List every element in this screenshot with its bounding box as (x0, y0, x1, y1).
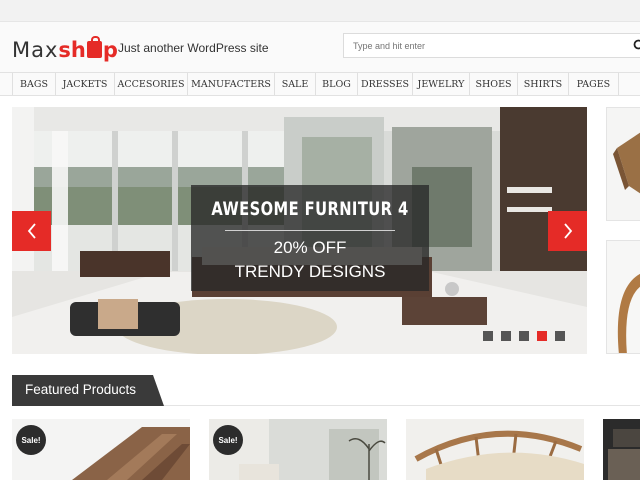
side-banner-image (607, 108, 640, 220)
caption-divider (225, 230, 395, 231)
side-banner-bottom[interactable] (606, 240, 640, 354)
slider-dot-5[interactable] (555, 331, 565, 341)
slider-prev-button[interactable] (12, 211, 51, 251)
nav-item-jackets[interactable]: JACKETS (56, 73, 115, 95)
nav-item-jewelry[interactable]: JEWELRY (413, 73, 470, 95)
sale-badge: Sale! (213, 425, 243, 455)
nav-item-dresses[interactable]: DRESSES (358, 73, 413, 95)
slider-next-button[interactable] (548, 211, 587, 251)
site-header: Max sh p Just another WordPress site (0, 22, 640, 72)
nav-item-pages[interactable]: PAGES (569, 73, 619, 95)
slider-dot-3[interactable] (519, 331, 529, 341)
featured-products-title: Featured Products (25, 382, 137, 397)
nav-item-sale[interactable]: SALE (275, 73, 316, 95)
product-card[interactable] (603, 419, 640, 480)
slider-dot-1[interactable] (483, 331, 493, 341)
top-bar (0, 0, 640, 22)
slide-title: AWESOME FURNITUR 4 (211, 198, 409, 220)
product-card[interactable] (406, 419, 584, 480)
nav-item-shirts[interactable]: SHIRTS (518, 73, 569, 95)
search-input[interactable] (344, 34, 640, 58)
nav-item-accesories[interactable]: ACCESORIES (115, 73, 188, 95)
logo-text-sh: sh (58, 38, 86, 62)
search-icon[interactable] (633, 39, 640, 53)
featured-products-header: Featured Products (12, 375, 640, 406)
sale-badge: Sale! (16, 425, 46, 455)
logo-text-p: p (102, 38, 118, 62)
logo-text-shop: sh p (58, 36, 118, 62)
hero-slider: AWESOME FURNITUR 4 20% OFF TRENDY DESIGN… (12, 107, 587, 354)
shopping-bag-icon (86, 36, 102, 58)
site-logo[interactable]: Max sh p (12, 36, 118, 62)
nav-item-bags[interactable]: BAGS (12, 73, 56, 95)
slider-pagination (483, 331, 565, 341)
nav-item-shoes[interactable]: SHOES (470, 73, 518, 95)
site-tagline: Just another WordPress site (118, 41, 269, 55)
slide-subtitle-discount: 20% OFF (273, 238, 347, 257)
side-banner-image (607, 241, 640, 353)
chevron-right-icon (563, 223, 572, 239)
product-image (406, 419, 584, 480)
nav-item-blog[interactable]: BLOG (316, 73, 358, 95)
main-nav: BAGS JACKETS ACCESORIES MANUFACTERS SALE… (0, 72, 640, 96)
search-box (343, 33, 640, 58)
product-card[interactable]: Sale! (12, 419, 190, 480)
product-card[interactable]: Sale! (209, 419, 387, 480)
slide-caption: AWESOME FURNITUR 4 20% OFF TRENDY DESIGN… (191, 185, 429, 291)
nav-item-manufacters[interactable]: MANUFACTERS (188, 73, 275, 95)
slider-dot-2[interactable] (501, 331, 511, 341)
slider-dot-4-active[interactable] (537, 331, 547, 341)
product-image (603, 419, 640, 480)
side-banner-top[interactable] (606, 107, 640, 221)
slide-subtitle-designs: TRENDY DESIGNS (234, 262, 386, 281)
logo-text-max: Max (12, 38, 59, 62)
chevron-left-icon (27, 223, 36, 239)
